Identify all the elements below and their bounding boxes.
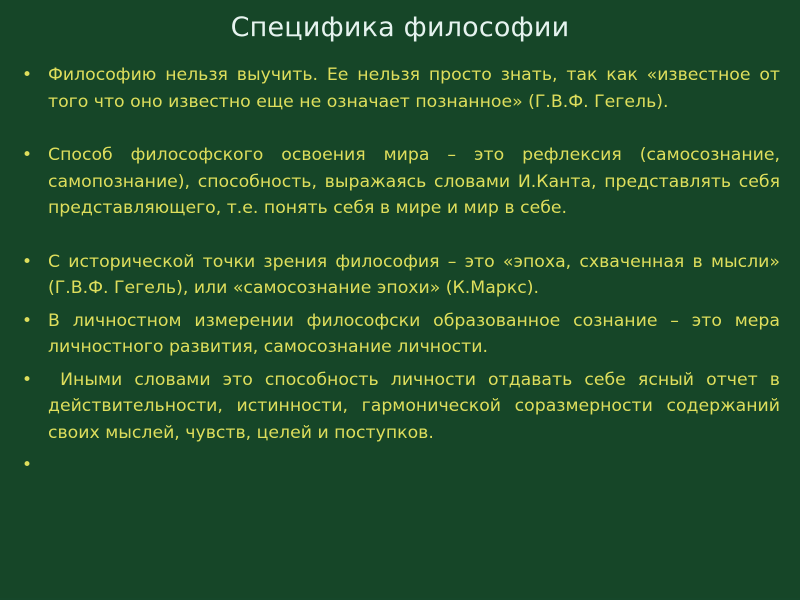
list-item-text: В личностном измерении философски образо… bbox=[48, 310, 780, 358]
slide: Специфика философии • Философию нельзя в… bbox=[0, 0, 800, 598]
list-item: • Способ философского освоения мира – эт… bbox=[20, 142, 780, 222]
bullet-icon: • bbox=[22, 369, 33, 390]
slide-title: Специфика философии bbox=[230, 12, 570, 43]
bullet-icon: • bbox=[22, 455, 33, 475]
bullet-icon: • bbox=[22, 65, 33, 85]
bullet-icon: • bbox=[22, 251, 33, 272]
list-item: • Философию нельзя выучить. Ее нельзя пр… bbox=[20, 62, 780, 115]
list-item: • В личностном измерении философски обра… bbox=[20, 308, 780, 361]
bullet-list: • Философию нельзя выучить. Ее нельзя пр… bbox=[20, 62, 780, 479]
list-item: • С исторической точки зрения философия … bbox=[20, 249, 780, 302]
bullet-icon: • bbox=[22, 145, 33, 165]
list-item-text: С исторической точки зрения философия – … bbox=[48, 251, 780, 299]
list-item-text: Иными словами это способность личности о… bbox=[48, 369, 780, 443]
list-item-text bbox=[48, 455, 54, 475]
list-item: • bbox=[20, 452, 780, 479]
list-item-text: Способ философского освоения мира – это … bbox=[48, 145, 780, 218]
list-item: • Иными словами это способность личности… bbox=[20, 367, 780, 447]
bullet-icon: • bbox=[22, 310, 33, 331]
list-item-text: Философию нельзя выучить. Ее нельзя прос… bbox=[48, 65, 780, 112]
